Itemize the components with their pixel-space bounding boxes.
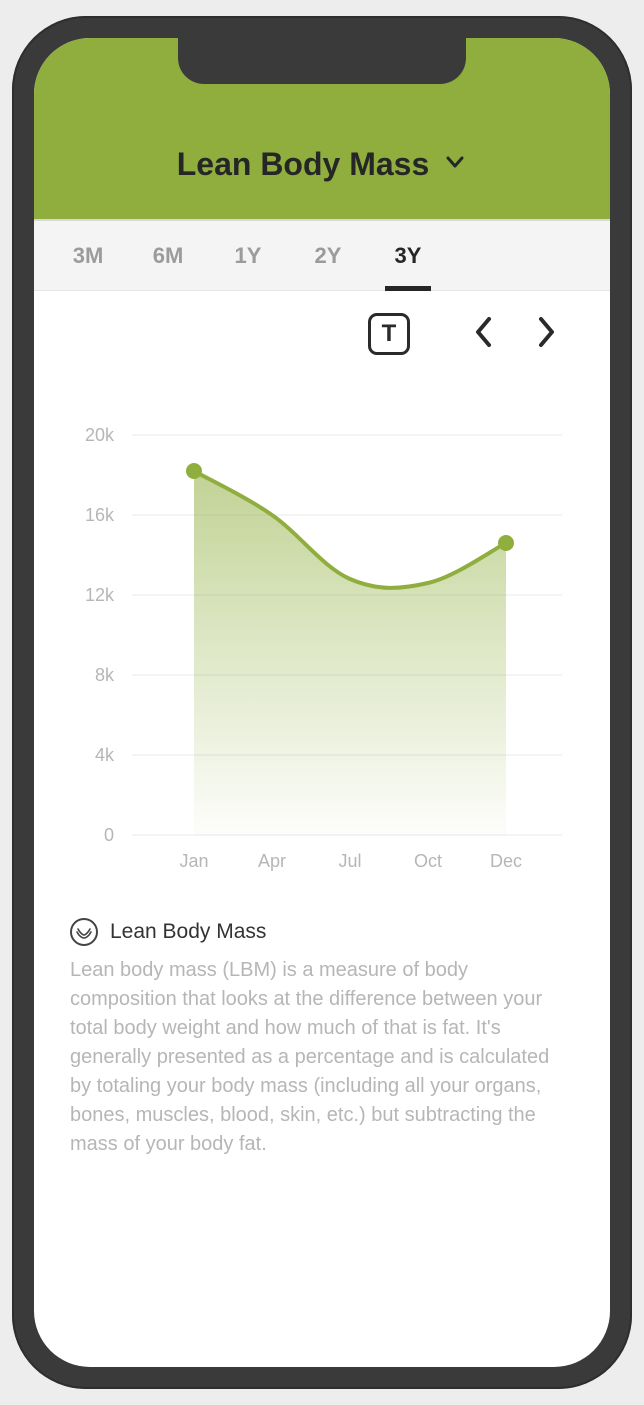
phone-notch xyxy=(178,38,466,84)
tab-2y[interactable]: 2Y xyxy=(288,221,368,291)
svg-text:Jan: Jan xyxy=(179,851,208,871)
chart-container: 20k 16k 12k 8k 4k 0 Jan Apr Jul Oct Dec xyxy=(34,365,610,900)
hands-icon xyxy=(70,918,98,946)
page-title: Lean Body Mass xyxy=(177,146,430,183)
today-button-label: T xyxy=(382,320,397,348)
today-button[interactable]: T xyxy=(368,313,410,355)
info-text: Lean body mass (LBM) is a measure of bod… xyxy=(70,956,574,1159)
lean-body-mass-chart: 20k 16k 12k 8k 4k 0 Jan Apr Jul Oct Dec xyxy=(62,425,582,885)
tab-3m[interactable]: 3M xyxy=(48,221,128,291)
svg-text:8k: 8k xyxy=(95,665,115,685)
chevron-down-icon xyxy=(443,150,467,179)
tab-1y[interactable]: 1Y xyxy=(208,221,288,291)
svg-text:4k: 4k xyxy=(95,745,115,765)
info-head: Lean Body Mass xyxy=(70,918,574,946)
svg-text:20k: 20k xyxy=(85,425,115,445)
info-block: Lean Body Mass Lean body mass (LBM) is a… xyxy=(34,900,610,1159)
next-button[interactable] xyxy=(526,314,566,354)
svg-text:Oct: Oct xyxy=(414,851,442,871)
svg-text:Jul: Jul xyxy=(338,851,361,871)
screen: Lean Body Mass 3M 6M 1Y 2Y 3Y T xyxy=(34,38,610,1367)
svg-text:12k: 12k xyxy=(85,585,115,605)
svg-text:Dec: Dec xyxy=(490,851,522,871)
svg-text:16k: 16k xyxy=(85,505,115,525)
svg-text:Apr: Apr xyxy=(258,851,286,871)
metric-selector[interactable]: Lean Body Mass xyxy=(177,146,468,183)
chevron-right-icon xyxy=(535,315,557,354)
chart-toolbar: T xyxy=(34,291,610,365)
prev-button[interactable] xyxy=(464,314,504,354)
tab-6m[interactable]: 6M xyxy=(128,221,208,291)
svg-text:0: 0 xyxy=(104,825,114,845)
phone-frame: Lean Body Mass 3M 6M 1Y 2Y 3Y T xyxy=(12,16,632,1389)
range-tabs: 3M 6M 1Y 2Y 3Y xyxy=(34,221,610,291)
chevron-left-icon xyxy=(473,315,495,354)
tab-3y[interactable]: 3Y xyxy=(368,221,448,291)
info-title: Lean Body Mass xyxy=(110,920,266,944)
